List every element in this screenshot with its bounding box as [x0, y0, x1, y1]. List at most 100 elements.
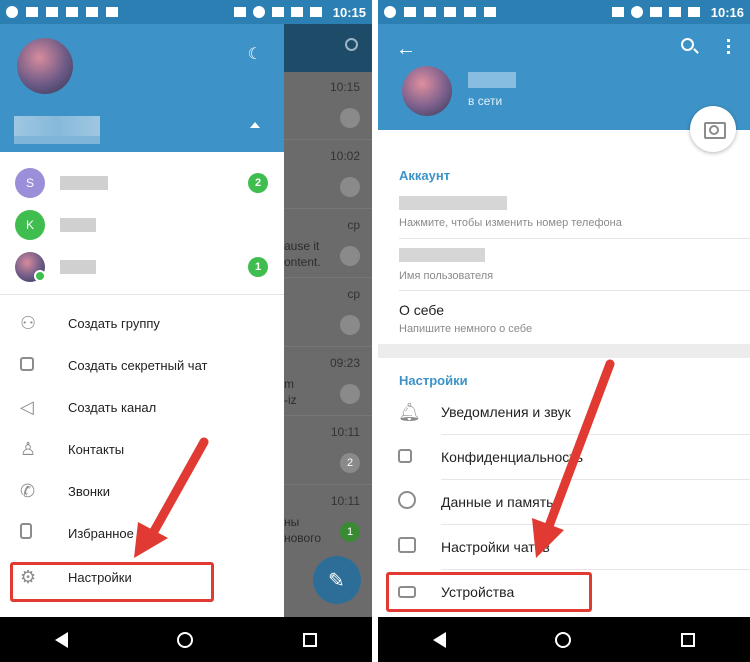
- settings-item-privacy[interactable]: Конфиденциальность: [378, 435, 750, 479]
- chat-time: ср: [347, 218, 360, 232]
- bluetooth-icon: [611, 7, 624, 17]
- chat-row[interactable]: 09:23 m -iz: [284, 348, 372, 416]
- group-icon: ⚇: [20, 312, 37, 333]
- pin-icon: [340, 108, 360, 128]
- search-icon[interactable]: [345, 38, 358, 51]
- chat-row[interactable]: 10:11 ны нового 1: [284, 486, 372, 554]
- menu-item-create-channel[interactable]: ◁ Создать канал: [0, 386, 284, 428]
- chat-row[interactable]: 10:15: [284, 72, 372, 140]
- menu-item-saved[interactable]: Избранное: [0, 512, 284, 554]
- camera-button[interactable]: [690, 106, 736, 152]
- chat-row[interactable]: 10:02: [284, 141, 372, 209]
- settings-item-data[interactable]: Данные и память: [378, 480, 750, 524]
- account-avatar: S: [15, 168, 45, 198]
- bluetooth-icon: [233, 7, 246, 17]
- night-mode-icon[interactable]: ☾: [248, 44, 262, 64]
- phone-hint: Нажмите, чтобы изменить номер телефона: [399, 217, 622, 229]
- unread-badge: 2: [340, 453, 360, 473]
- search-icon[interactable]: [681, 38, 694, 51]
- android-nav-bar: [0, 617, 372, 662]
- home-icon[interactable]: [555, 631, 572, 648]
- pin-icon: [340, 384, 360, 404]
- new-message-button[interactable]: [313, 556, 361, 604]
- lock-icon: [378, 447, 441, 468]
- settings-label: Данные и память: [441, 494, 554, 510]
- blurred-username[interactable]: [399, 248, 485, 262]
- back-arrow-icon[interactable]: ←: [396, 38, 416, 61]
- menu-item-secret-chat[interactable]: Создать секретный чат: [0, 344, 284, 386]
- chat-time: 10:15: [329, 80, 360, 94]
- lock-icon: [0, 355, 68, 376]
- blurred-account-name: [60, 176, 108, 190]
- menu-item-calls[interactable]: ✆ Звонки: [0, 470, 284, 512]
- bookmark-icon: [0, 522, 68, 544]
- pin-icon: [340, 246, 360, 266]
- settings-item-notifications[interactable]: 🔔︎ Уведомления и звук: [378, 390, 750, 434]
- battery-icon: [309, 7, 322, 17]
- signal-icon: [290, 7, 303, 17]
- recent-apps-icon[interactable]: [681, 632, 696, 647]
- navigation-drawer: ☾ S 2 K 1 ⚇ Создать группу Создать секре…: [0, 24, 284, 617]
- pin-icon: [340, 315, 360, 335]
- chat-row[interactable]: ср: [284, 279, 372, 347]
- chat-icon: [378, 536, 441, 558]
- menu-label: Создать группу: [68, 315, 160, 331]
- unread-badge: 2: [248, 173, 268, 193]
- chat-preview: ause it ontent.: [284, 239, 321, 269]
- blurred-phone-number[interactable]: [399, 196, 507, 210]
- account-item[interactable]: S 2: [0, 162, 284, 204]
- status-icon: [404, 7, 416, 17]
- status-time: 10:16: [710, 4, 744, 20]
- phone-icon: ✆: [20, 480, 36, 501]
- account-item[interactable]: 1: [0, 246, 284, 288]
- more-options-icon[interactable]: [727, 39, 730, 54]
- chat-time: 10:11: [330, 494, 360, 508]
- menu-label: Контакты: [68, 441, 125, 457]
- alarm-icon: [630, 6, 643, 18]
- check-icon: [34, 270, 46, 282]
- back-icon[interactable]: [432, 631, 446, 648]
- chat-row[interactable]: ср ause it ontent.: [284, 210, 372, 278]
- chat-time: 09:23: [329, 356, 360, 370]
- username-hint: Имя пользователя: [399, 270, 494, 282]
- home-icon[interactable]: [177, 631, 194, 648]
- section-gap: [378, 344, 750, 358]
- battery-icon: [687, 7, 700, 17]
- divider: [0, 294, 284, 295]
- status-icon: [66, 7, 78, 17]
- chat-time: ср: [347, 287, 360, 301]
- settings-label: Уведомления и звук: [441, 404, 571, 420]
- chat-row[interactable]: 10:11 2: [284, 417, 372, 485]
- wifi-icon: [649, 7, 662, 17]
- bio-hint: Напишите немного о себе: [399, 323, 533, 335]
- status-icon: [424, 7, 436, 17]
- status-icon: [464, 7, 476, 17]
- bio-label[interactable]: О себе: [399, 302, 444, 318]
- menu-item-contacts[interactable]: ♙ Контакты: [0, 428, 284, 470]
- chat-time: 10:02: [329, 149, 360, 163]
- bell-icon: 🔔︎: [398, 401, 421, 422]
- status-bar: 10:15: [0, 0, 372, 24]
- settings-highlight-box: [10, 562, 214, 602]
- back-icon[interactable]: [54, 631, 68, 648]
- chevron-up-icon[interactable]: [250, 122, 260, 128]
- chat-time: 10:11: [330, 425, 360, 439]
- settings-item-chats[interactable]: Настройки чатов: [378, 525, 750, 569]
- devices-highlight-box: [386, 572, 592, 612]
- menu-item-create-group[interactable]: ⚇ Создать группу: [0, 302, 284, 344]
- account-item[interactable]: K: [0, 204, 284, 246]
- menu-label: Избранное: [68, 525, 134, 541]
- status-icon: [86, 7, 98, 17]
- blurred-account-name: [60, 260, 96, 274]
- settings-label: Конфиденциальность: [441, 449, 584, 465]
- status-icon: [6, 6, 18, 18]
- chat-preview: m -iz: [284, 377, 297, 407]
- status-time: 10:15: [332, 4, 366, 20]
- pin-icon: [340, 177, 360, 197]
- megaphone-icon: ◁: [20, 396, 34, 417]
- avatar[interactable]: [17, 38, 73, 94]
- blurred-account-name: [60, 218, 96, 232]
- avatar[interactable]: [402, 66, 452, 116]
- wifi-icon: [271, 7, 284, 17]
- recent-apps-icon[interactable]: [303, 632, 318, 647]
